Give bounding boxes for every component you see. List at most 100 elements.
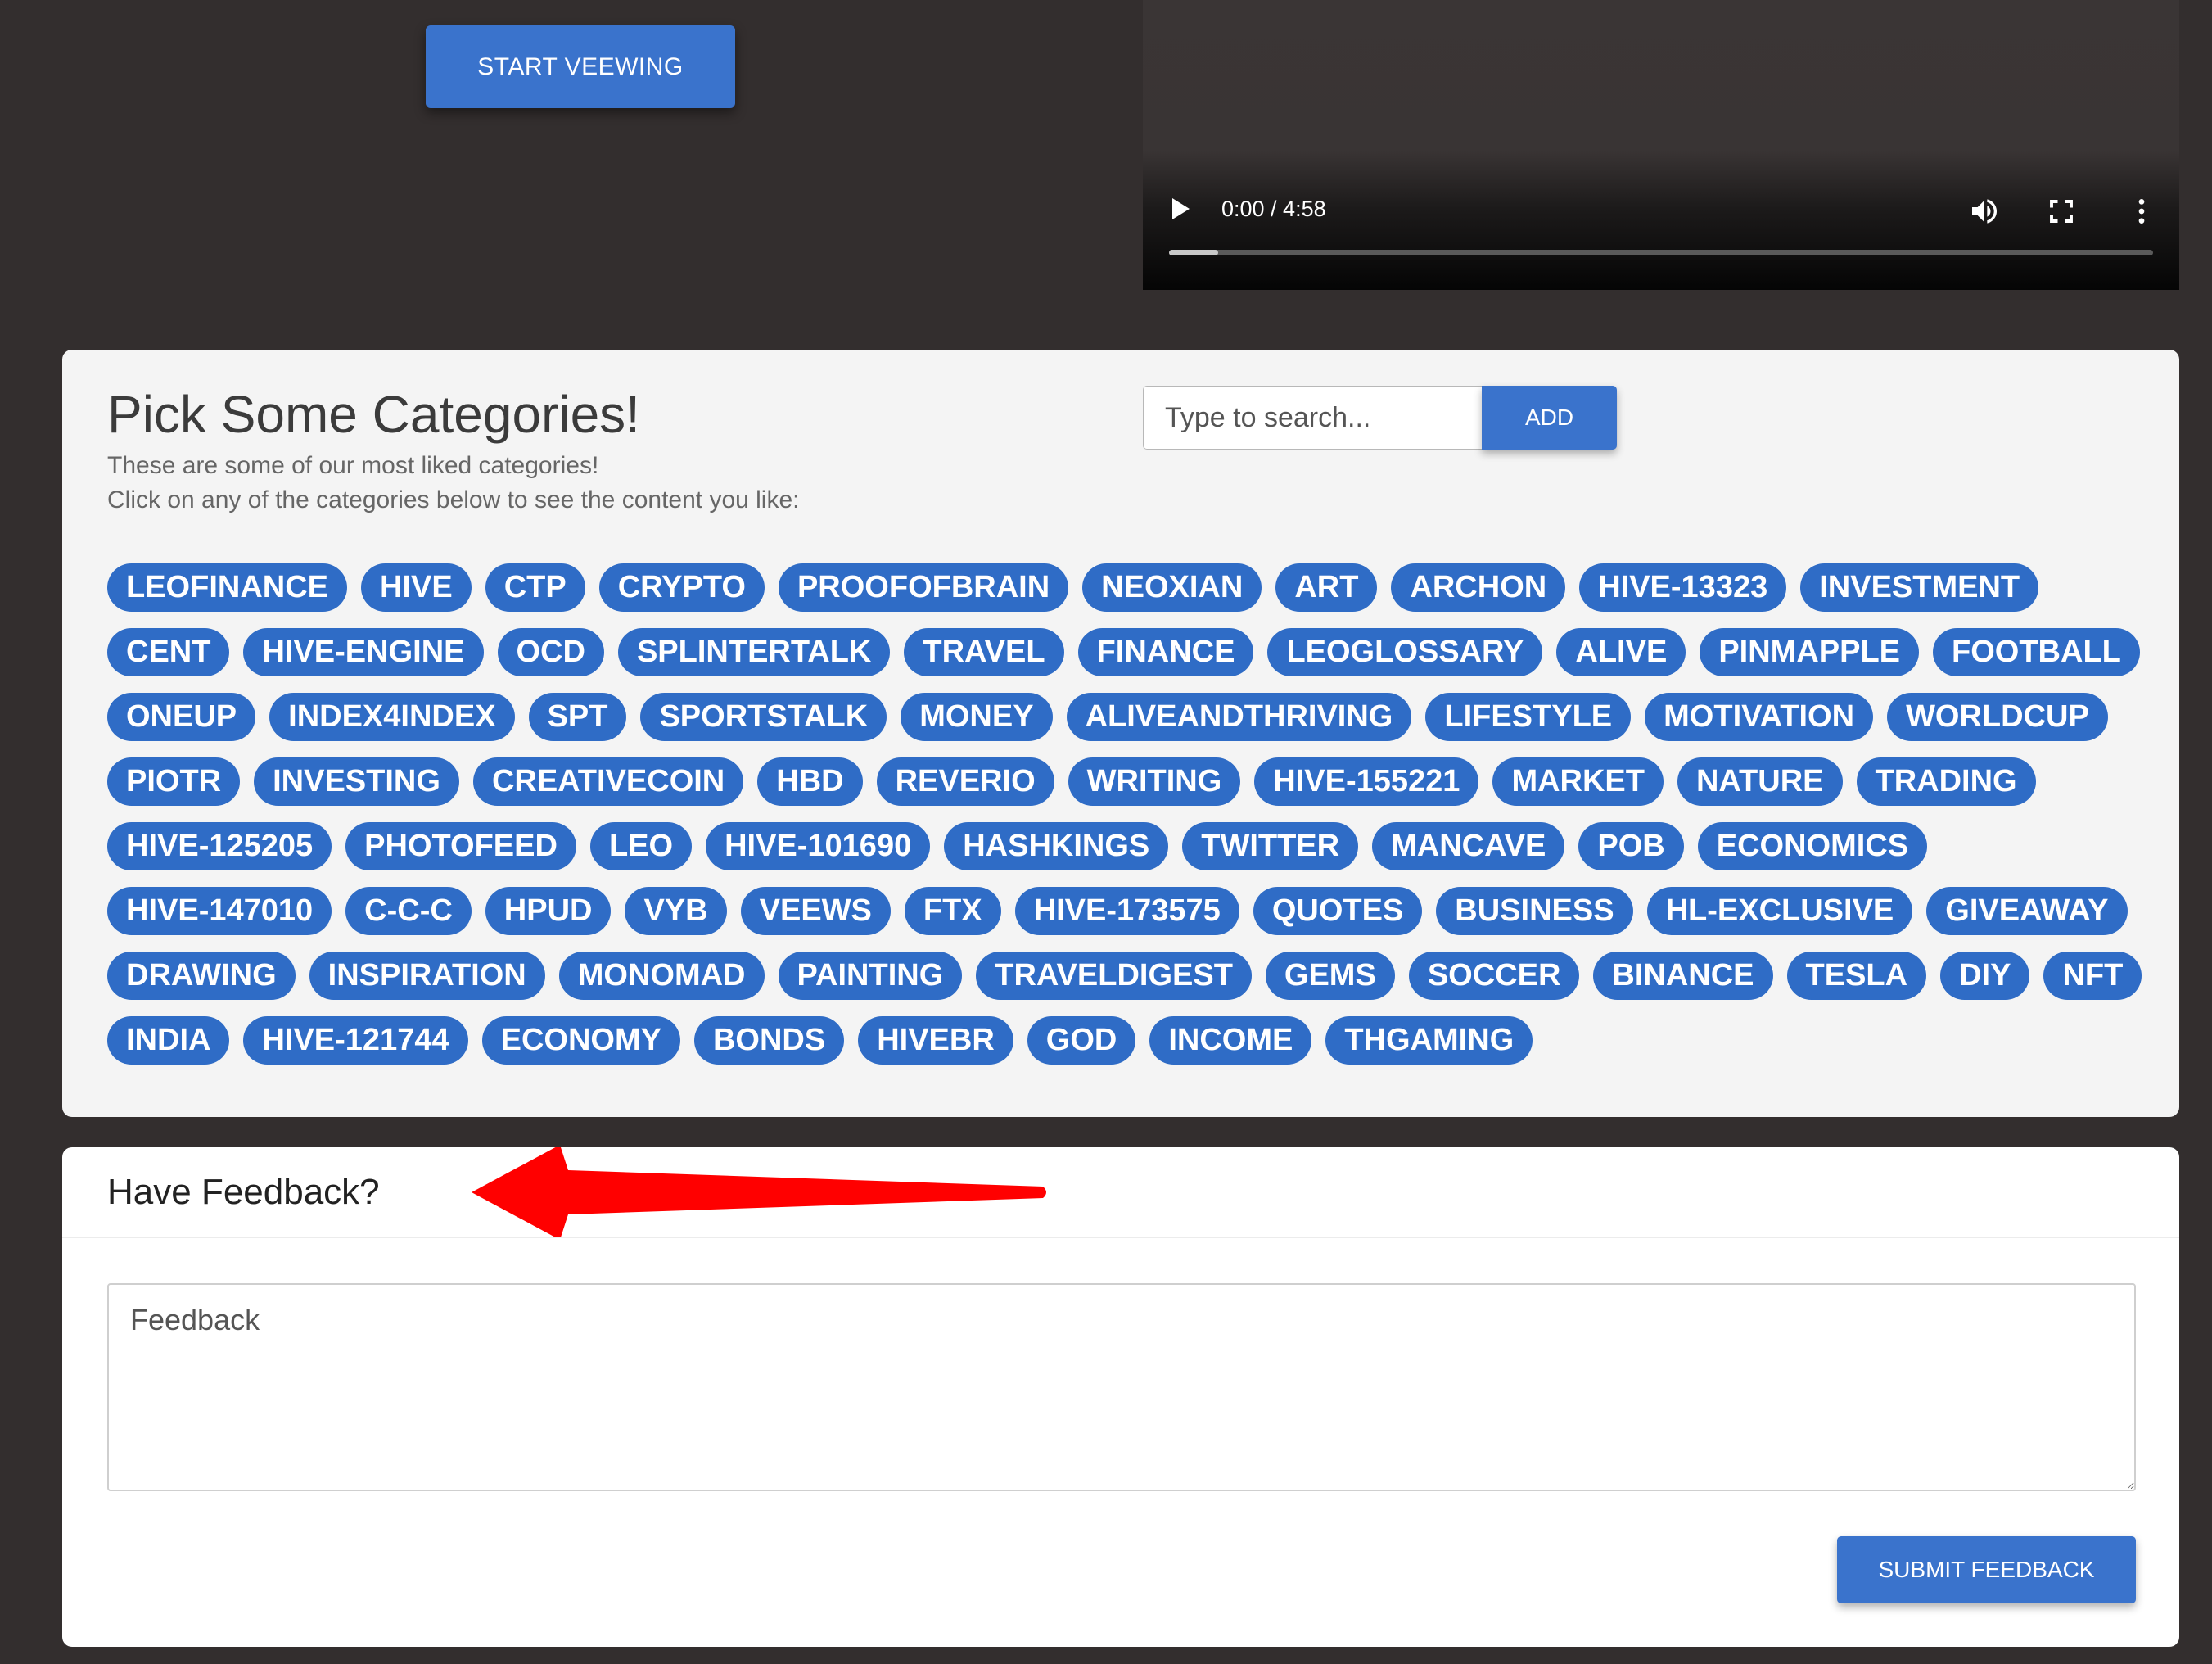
category-tag[interactable]: HIVE-125205: [107, 822, 332, 870]
category-tag[interactable]: HIVE-101690: [706, 822, 931, 870]
category-tag[interactable]: TRAVEL: [904, 628, 1064, 676]
category-tag[interactable]: BONDS: [693, 1016, 845, 1065]
category-tag[interactable]: HIVE: [361, 563, 472, 612]
category-tag[interactable]: INCOME: [1149, 1016, 1312, 1065]
category-tag[interactable]: MARKET: [1492, 757, 1664, 806]
category-tag[interactable]: FOOTBALL: [1933, 628, 2140, 676]
category-tag[interactable]: HIVE-ENGINE: [243, 628, 484, 676]
category-tag[interactable]: INDIA: [107, 1016, 230, 1065]
category-tag[interactable]: CENT: [107, 628, 230, 676]
category-tag[interactable]: MANCAVE: [1372, 822, 1565, 870]
category-tag[interactable]: ECONOMICS: [1697, 822, 1928, 870]
category-tag[interactable]: HIVE-13323: [1579, 563, 1787, 612]
category-tag[interactable]: WORLDCUP: [1887, 693, 2108, 741]
category-tag[interactable]: HASHKINGS: [944, 822, 1169, 870]
category-tag[interactable]: MONOMAD: [558, 952, 765, 1000]
category-tag[interactable]: WRITING: [1068, 757, 1241, 806]
category-tag[interactable]: NFT: [2043, 952, 2142, 1000]
category-tag[interactable]: HBD: [757, 757, 863, 806]
category-tag[interactable]: CREATIVECOIN: [472, 757, 744, 806]
category-tag[interactable]: TWITTER: [1182, 822, 1359, 870]
category-tag[interactable]: SPORTSTALK: [640, 693, 887, 741]
category-tag[interactable]: CRYPTO: [598, 563, 765, 612]
category-tag[interactable]: HPUD: [485, 887, 612, 935]
category-tag[interactable]: PINMAPPLE: [1700, 628, 1920, 676]
category-tag[interactable]: PIOTR: [107, 757, 241, 806]
category-tag-list: LEOFINANCE HIVE CTP CRYPTO PROOFOFBRAIN NEOXI…: [107, 563, 2154, 1065]
category-tag[interactable]: MOTIVATION: [1645, 693, 1874, 741]
video-progress-fill: [1169, 250, 1219, 255]
category-tag[interactable]: GIVEAWAY: [1926, 887, 2128, 935]
category-tag[interactable]: FINANCE: [1077, 628, 1254, 676]
category-tag[interactable]: ART: [1275, 563, 1378, 612]
category-tag[interactable]: ONEUP: [107, 693, 256, 741]
category-tag[interactable]: ARCHON: [1391, 563, 1566, 612]
category-tag[interactable]: CTP: [485, 563, 585, 612]
more-options-icon[interactable]: [2125, 195, 2158, 228]
category-tag[interactable]: LEOGLOSSARY: [1267, 628, 1543, 676]
feedback-header: Have Feedback?: [62, 1147, 2179, 1238]
category-tag[interactable]: PHOTOFEED: [345, 822, 576, 870]
categories-subtitle-1: These are some of our most liked categor…: [107, 452, 599, 479]
category-tag[interactable]: MONEY: [901, 693, 1053, 741]
category-tag[interactable]: SPT: [528, 693, 627, 741]
category-tag[interactable]: VEEWS: [740, 887, 891, 935]
category-tag[interactable]: THGAMING: [1325, 1016, 1533, 1065]
category-tag[interactable]: PAINTING: [778, 952, 963, 1000]
category-tag[interactable]: BINANCE: [1593, 952, 1773, 1000]
video-progress-bar[interactable]: [1169, 250, 2153, 255]
fullscreen-icon[interactable]: [2047, 197, 2076, 226]
category-search-input[interactable]: [1143, 386, 1482, 450]
category-tag[interactable]: HIVE-155221: [1254, 757, 1479, 806]
annotation-arrow-icon: [472, 1147, 1046, 1237]
category-tag[interactable]: HL-EXCLUSIVE: [1646, 887, 1913, 935]
category-tag[interactable]: LEO: [589, 822, 693, 870]
category-tag[interactable]: LEOFINANCE: [107, 563, 347, 612]
category-tag[interactable]: SPLINTERTALK: [617, 628, 891, 676]
category-tag[interactable]: OCD: [497, 628, 604, 676]
category-tag[interactable]: HIVEBR: [858, 1016, 1013, 1065]
add-category-button[interactable]: ADD: [1482, 386, 1617, 450]
category-tag[interactable]: INVESTMENT: [1800, 563, 2039, 612]
category-tag[interactable]: INDEX4INDEX: [269, 693, 515, 741]
video-time-display: 0:00 / 4:58: [1221, 197, 1326, 221]
category-tag[interactable]: INSPIRATION: [309, 952, 545, 1000]
category-tag[interactable]: ALIVE: [1556, 628, 1686, 676]
submit-feedback-button[interactable]: SUBMIT FEEDBACK: [1837, 1536, 2136, 1603]
category-tag[interactable]: QUOTES: [1253, 887, 1423, 935]
category-tag[interactable]: ECONOMY: [481, 1016, 680, 1065]
category-tag[interactable]: HIVE-147010: [107, 887, 332, 935]
category-tag[interactable]: TRADING: [1856, 757, 2036, 806]
play-icon[interactable]: [1172, 198, 1190, 219]
category-tag[interactable]: NEOXIAN: [1082, 563, 1262, 612]
category-tag[interactable]: TESLA: [1786, 952, 1927, 1000]
category-tag[interactable]: ALIVEANDTHRIVING: [1066, 693, 1412, 741]
category-tag[interactable]: DRAWING: [107, 952, 296, 1000]
category-tag[interactable]: GEMS: [1265, 952, 1395, 1000]
category-tag[interactable]: HIVE-121744: [243, 1016, 468, 1065]
category-tag[interactable]: TRAVELDIGEST: [976, 952, 1252, 1000]
category-tag[interactable]: GOD: [1027, 1016, 1136, 1065]
category-tag[interactable]: SOCCER: [1408, 952, 1580, 1000]
category-tag[interactable]: C-C-C: [345, 887, 472, 935]
category-tag[interactable]: VYB: [625, 887, 727, 935]
volume-icon[interactable]: [1968, 195, 2001, 228]
category-tag[interactable]: NATURE: [1677, 757, 1843, 806]
category-tag[interactable]: DIY: [1940, 952, 2030, 1000]
feedback-title: Have Feedback?: [107, 1172, 380, 1212]
categories-title: Pick Some Categories!: [107, 385, 640, 444]
start-veewing-button[interactable]: START VEEWING: [426, 25, 735, 108]
feedback-textarea[interactable]: [107, 1283, 2136, 1491]
category-tag[interactable]: BUSINESS: [1436, 887, 1633, 935]
category-tag[interactable]: INVESTING: [254, 757, 459, 806]
category-tag[interactable]: REVERIO: [876, 757, 1054, 806]
category-tag[interactable]: LIFESTYLE: [1425, 693, 1632, 741]
categories-panel: Pick Some Categories! These are some of …: [62, 350, 2179, 1117]
category-tag[interactable]: POB: [1578, 822, 1684, 870]
category-tag[interactable]: HIVE-173575: [1014, 887, 1239, 935]
categories-subtitle-2: Click on any of the categories below to …: [107, 486, 800, 513]
feedback-panel: Have Feedback? SUBMIT FEEDBACK: [62, 1147, 2179, 1647]
category-tag[interactable]: PROOFOFBRAIN: [778, 563, 1069, 612]
video-player[interactable]: 0:00 / 4:58: [1143, 0, 2179, 290]
category-tag[interactable]: FTX: [904, 887, 1001, 935]
